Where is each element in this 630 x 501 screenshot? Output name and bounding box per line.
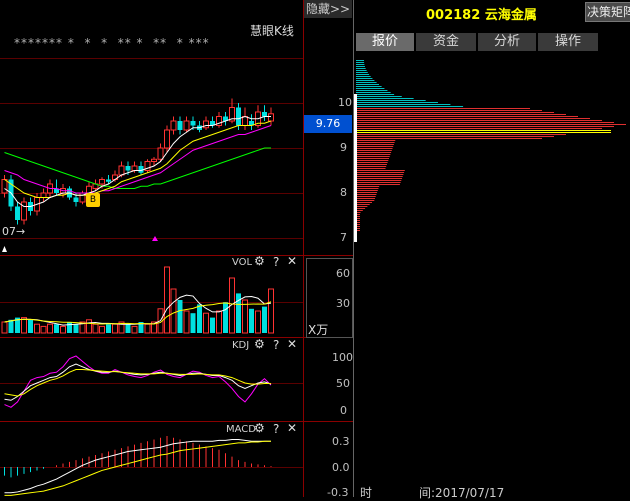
macd-tick-0.0: 0.0	[332, 461, 350, 474]
stock-code: 002182	[426, 8, 481, 23]
macd-help-icon[interactable]: ?	[273, 422, 279, 436]
kdj-tick-50: 50	[336, 377, 350, 390]
current-price-label: 9.76	[304, 115, 352, 133]
right-panel: 002182 云海金属 决策矩阵	[354, 0, 630, 497]
time-label: 时	[360, 486, 373, 500]
kdj-help-icon[interactable]: ?	[273, 338, 279, 352]
tab-funds[interactable]: 资金	[416, 33, 476, 51]
tab-quote[interactable]: 报价	[356, 33, 414, 51]
kdj-tick-100: 100	[332, 351, 353, 364]
stock-header: 002182 云海金属	[426, 4, 537, 23]
chart-area[interactable]: 慧眼K线 ******* * * * ** * ** * *** 07→ B V…	[0, 0, 353, 499]
kdj-settings-icon[interactable]: ⚙	[254, 337, 265, 351]
stock-name: 云海金属	[484, 8, 537, 23]
price-tick-9: 9	[340, 141, 347, 154]
kdj-title: KDJ	[232, 340, 250, 351]
price-tick-7: 7	[340, 231, 347, 244]
price-tick-8: 8	[340, 186, 347, 199]
decision-matrix-button[interactable]: 决策矩阵	[585, 2, 630, 22]
macd-close-icon[interactable]: ✕	[287, 421, 297, 435]
vol-unit: X万	[308, 323, 329, 337]
date-text: 间:2017/07/17	[419, 486, 505, 500]
tab-analysis[interactable]: 分析	[478, 33, 536, 51]
kdj-tick-0: 0	[340, 404, 347, 417]
price-tick-10: 10	[338, 96, 352, 109]
macd-title: MACD	[226, 424, 256, 435]
macd-settings-icon[interactable]: ⚙	[254, 421, 265, 435]
tab-operation[interactable]: 操作	[538, 33, 598, 51]
macd-tick-0.3: 0.3	[332, 435, 350, 448]
hide-panel-button[interactable]: 隐藏>>	[304, 0, 352, 18]
macd-tick-neg0.3: -0.3	[327, 486, 349, 499]
kdj-close-icon[interactable]: ✕	[287, 337, 297, 351]
